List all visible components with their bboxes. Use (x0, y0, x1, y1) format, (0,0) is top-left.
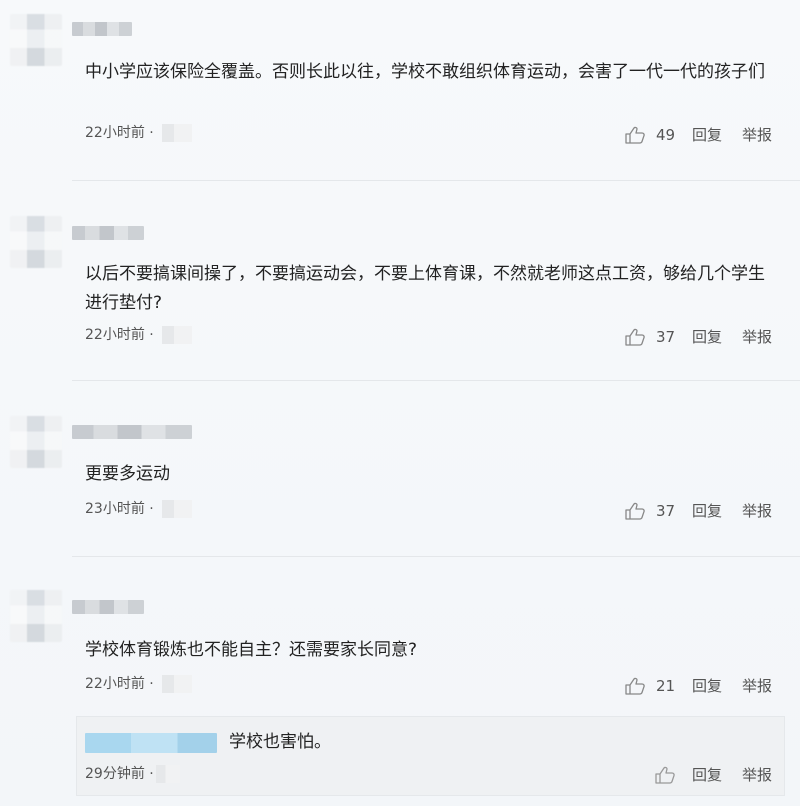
like-button[interactable]: 21 (624, 677, 688, 695)
comment-actions: 49 回复 举报 (624, 124, 774, 145)
reply-reply-button[interactable]: 回复 (692, 764, 742, 785)
reply-actions: 回复 举报 (654, 764, 774, 785)
comment-time: 22小时前 · (85, 676, 154, 692)
reply-button[interactable]: 回复 (692, 326, 742, 347)
reply-time: 29分钟前 · (85, 766, 154, 782)
source-blurred (161, 326, 192, 344)
username-blurred[interactable] (72, 425, 192, 439)
comment-time: 22小时前 · (85, 125, 154, 141)
username-blurred[interactable] (72, 600, 144, 614)
comment-actions: 21 回复 举报 (624, 675, 774, 696)
reply-meta: 29分钟前 · (85, 765, 180, 783)
reply-button[interactable]: 回复 (692, 500, 742, 521)
like-button[interactable]: 49 (624, 126, 688, 144)
like-count: 49 (656, 125, 676, 144)
username-blurred[interactable] (72, 226, 144, 240)
reply-button[interactable]: 回复 (692, 675, 742, 696)
thumbs-up-icon (655, 766, 675, 784)
like-count: 37 (656, 327, 676, 346)
comment-text: 以后不要搞课间操了，不要搞运动会，不要上体育课，不然就老师这点工资，够给几个学生… (85, 264, 765, 313)
divider (72, 180, 800, 181)
comment-actions: 37 回复 举报 (624, 500, 774, 521)
report-button[interactable]: 举报 (742, 675, 774, 696)
nested-reply: 学校也害怕。 29分钟前 · 回复 举报 (76, 716, 785, 796)
source-blurred (155, 765, 180, 783)
comment-time: 22小时前 · (85, 327, 154, 343)
comment-text: 学校体育锻炼也不能自主？还需要家长同意? (85, 640, 418, 660)
divider (72, 380, 800, 381)
like-count: 37 (656, 501, 676, 520)
reply-text: 学校也害怕。 (229, 732, 331, 752)
thumbs-up-icon (625, 502, 645, 520)
avatar[interactable] (10, 590, 62, 642)
avatar[interactable] (10, 216, 62, 268)
thumbs-up-icon (625, 328, 645, 346)
comment-text: 中小学应该保险全覆盖。否则长此以往，学校不敢组织体育运动，会害了一代一代的孩子们 (85, 62, 765, 82)
thumbs-up-icon (625, 677, 645, 695)
report-button[interactable]: 举报 (742, 500, 774, 521)
like-button[interactable]: 37 (624, 328, 688, 346)
comment-text: 更要多运动 (85, 464, 170, 484)
reply-button[interactable]: 回复 (692, 124, 742, 145)
comment-meta: 22小时前 · (85, 326, 192, 344)
comment-meta: 22小时前 · (85, 124, 192, 142)
source-blurred (161, 124, 192, 142)
report-button[interactable]: 举报 (742, 326, 774, 347)
comment-meta: 23小时前 · (85, 500, 192, 518)
comment-meta: 22小时前 · (85, 675, 192, 693)
thumbs-up-icon (625, 126, 645, 144)
username-blurred[interactable] (72, 22, 132, 36)
report-button[interactable]: 举报 (742, 124, 774, 145)
reply-report-button[interactable]: 举报 (742, 764, 774, 785)
divider (72, 556, 800, 557)
comment-time: 23小时前 · (85, 501, 154, 517)
source-blurred (161, 675, 192, 693)
like-count: 21 (656, 676, 676, 695)
like-button[interactable]: 37 (624, 502, 688, 520)
avatar[interactable] (10, 416, 62, 468)
source-blurred (161, 500, 192, 518)
reply-username-blurred[interactable] (85, 733, 217, 753)
avatar[interactable] (10, 14, 62, 66)
reply-like-button[interactable] (654, 766, 692, 784)
comment-actions: 37 回复 举报 (624, 326, 774, 347)
